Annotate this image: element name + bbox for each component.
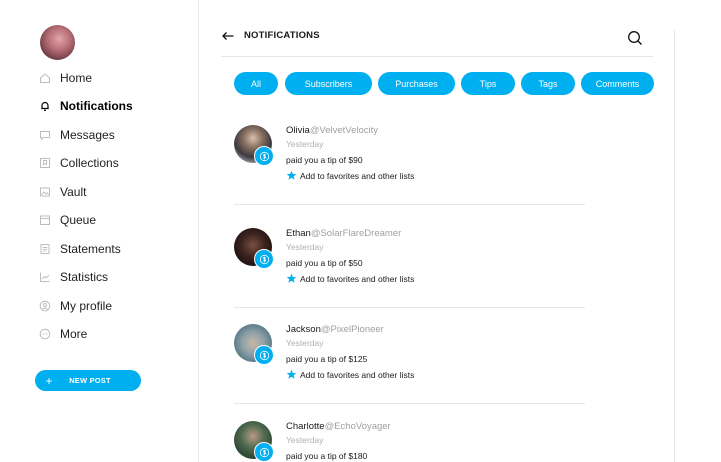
page-title: NOTIFICATIONS [244, 30, 320, 41]
tip-badge [254, 249, 274, 269]
back-arrow-icon[interactable] [221, 29, 235, 43]
tip-badge [254, 146, 274, 166]
favorites-label: Add to favorites and other lists [300, 369, 415, 380]
tab-tips[interactable]: Tips [461, 72, 515, 95]
document-icon [38, 242, 52, 256]
sidebar-item-label: Home [60, 71, 93, 85]
image-icon [38, 185, 52, 199]
divider [234, 204, 585, 205]
notification-time: Yesterday [286, 338, 324, 348]
notification-user[interactable]: Charlotte@EchoVoyager [286, 421, 391, 432]
tip-badge [254, 442, 274, 462]
sidebar-item-queue[interactable]: Queue [38, 209, 96, 231]
notification-time: Yesterday [286, 435, 324, 445]
dollar-icon [259, 447, 269, 457]
user-display-name: Jackson [286, 324, 321, 335]
tab-all[interactable]: All [234, 72, 278, 95]
notification-text: paid you a tip of $50 [286, 258, 363, 268]
sidebar-item-label: Statements [60, 242, 121, 256]
sidebar-item-label: Collections [60, 156, 119, 170]
sidebar-item-more[interactable]: More [38, 323, 87, 345]
main-right-divider [674, 30, 675, 462]
calendar-icon [38, 213, 52, 227]
favorites-label: Add to favorites and other lists [300, 273, 415, 284]
sidebar-item-collections[interactable]: Collections [38, 152, 119, 174]
star-icon [286, 273, 297, 283]
plus-icon: + [45, 373, 53, 388]
home-icon [38, 71, 52, 85]
more-circle-icon [38, 327, 52, 341]
sidebar-item-home[interactable]: Home [38, 67, 92, 89]
avatar[interactable] [40, 25, 75, 60]
user-handle: @EchoVoyager [324, 421, 391, 432]
new-post-label: NEW POST [69, 376, 111, 385]
user-handle: @VelvetVelocity [309, 125, 379, 136]
favorites-label: Add to favorites and other lists [300, 170, 415, 181]
sidebar-item-messages[interactable]: Messages [38, 124, 115, 146]
sidebar-item-label: Notifications [60, 99, 133, 113]
tab-tags[interactable]: Tags [521, 72, 575, 95]
chart-icon [38, 270, 52, 284]
user-display-name: Charlotte [286, 421, 325, 432]
bookmark-icon [38, 156, 52, 170]
notification-time: Yesterday [286, 139, 324, 149]
tip-badge [254, 345, 274, 365]
sidebar-item-label: Vault [60, 185, 87, 199]
add-to-favorites-link[interactable]: Add to favorites and other lists [286, 170, 414, 181]
notification-text: paid you a tip of $90 [286, 155, 363, 165]
sidebar-item-vault[interactable]: Vault [38, 181, 86, 203]
user-handle: @SolarFlareDreamer [310, 228, 402, 239]
sidebar-item-label: Statistics [60, 270, 109, 284]
sidebar-item-statements[interactable]: Statements [38, 238, 121, 260]
user-display-name: Ethan [286, 228, 311, 239]
new-post-button[interactable]: + NEW POST [35, 370, 141, 391]
user-handle: @PixelPioneer [320, 324, 384, 335]
notification-user[interactable]: Ethan@SolarFlareDreamer [286, 228, 401, 239]
sidebar: Home Notifications Messages Collections … [0, 0, 199, 462]
sidebar-item-statistics[interactable]: Statistics [38, 266, 108, 288]
notification-user[interactable]: Olivia@VelvetVelocity [286, 125, 378, 136]
dollar-icon [259, 350, 269, 360]
add-to-favorites-link[interactable]: Add to favorites and other lists [286, 369, 414, 380]
add-to-favorites-link[interactable]: Add to favorites and other lists [286, 273, 414, 284]
star-icon [286, 369, 297, 379]
tab-purchases[interactable]: Purchases [378, 72, 455, 95]
sidebar-item-my-profile[interactable]: My profile [38, 295, 112, 317]
sidebar-item-label: My profile [60, 299, 113, 313]
sidebar-item-label: More [60, 327, 88, 341]
tab-subscribers[interactable]: Subscribers [285, 72, 372, 95]
user-display-name: Olivia [286, 125, 310, 136]
sidebar-item-notifications[interactable]: Notifications [38, 95, 133, 117]
notification-text: paid you a tip of $180 [286, 451, 368, 461]
notification-time: Yesterday [286, 242, 324, 252]
tab-comments[interactable]: Comments [581, 72, 654, 95]
star-icon [286, 170, 297, 180]
user-circle-icon [38, 299, 52, 313]
dollar-icon [259, 151, 269, 161]
search-icon[interactable] [627, 30, 643, 46]
sidebar-item-label: Queue [60, 213, 97, 227]
sidebar-item-label: Messages [60, 128, 115, 142]
page-header: NOTIFICATIONS [221, 25, 653, 57]
dollar-icon [259, 254, 269, 264]
message-icon [38, 128, 52, 142]
divider [234, 307, 585, 308]
bell-icon [38, 99, 52, 113]
notification-text: paid you a tip of $125 [286, 354, 368, 364]
divider [234, 403, 585, 404]
notification-user[interactable]: Jackson@PixelPioneer [286, 324, 384, 335]
